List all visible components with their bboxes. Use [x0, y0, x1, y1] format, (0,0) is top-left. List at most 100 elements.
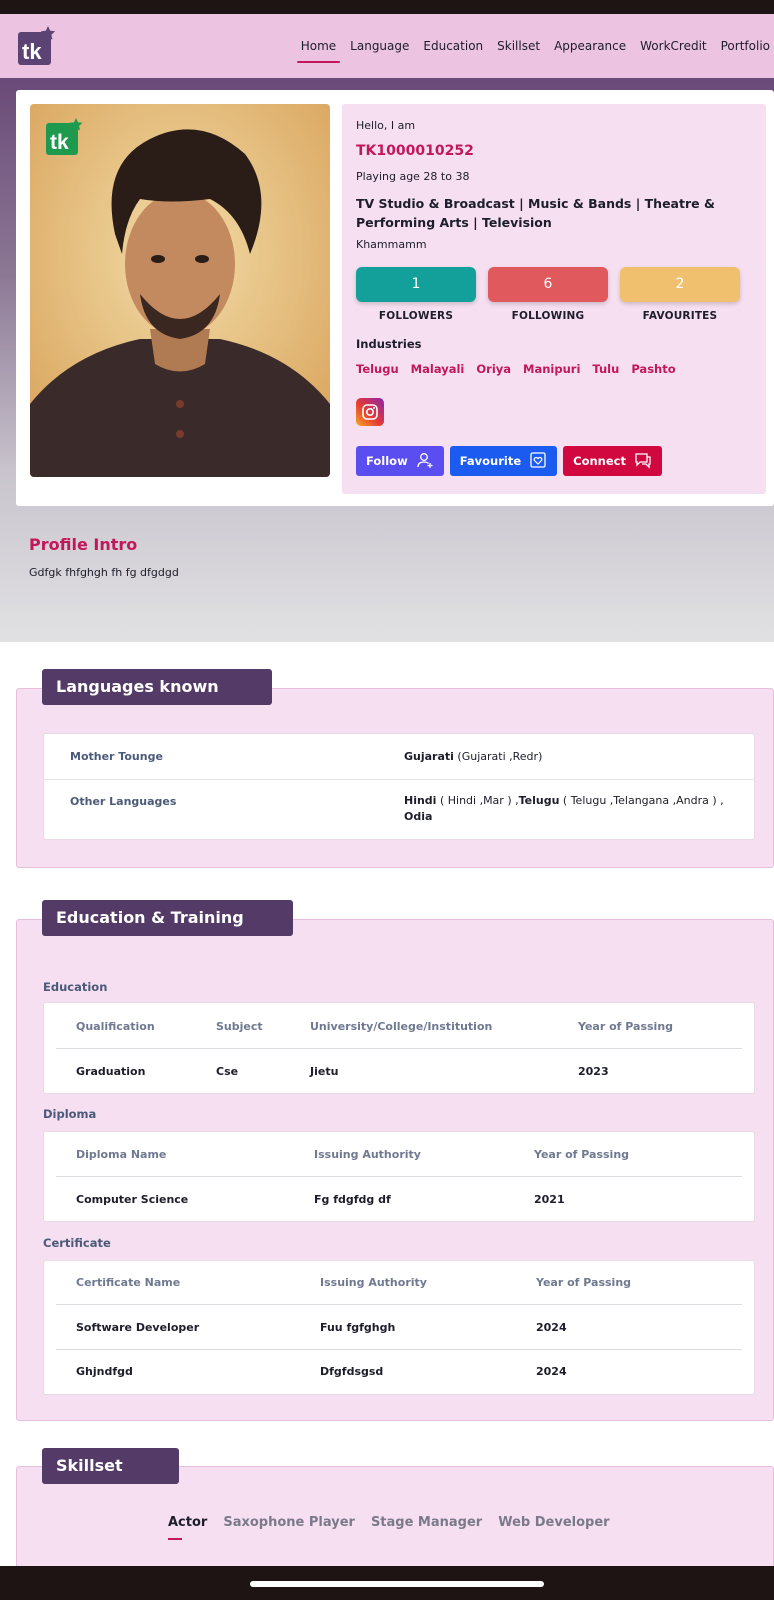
education-table-header: Qualification Subject University/College…: [56, 1005, 742, 1049]
other-language-3: Odia: [404, 810, 433, 823]
header-year: Year of Passing: [578, 1020, 674, 1033]
header-certificate-name: Certificate Name: [76, 1276, 181, 1289]
languages-heading: Languages known: [42, 669, 272, 705]
header-diploma-name: Diploma Name: [76, 1148, 167, 1161]
education-table: Qualification Subject University/College…: [43, 1002, 755, 1094]
following-count[interactable]: 6: [488, 267, 608, 302]
mother-tongue-detail: (Gujarati ,Redr): [453, 750, 543, 763]
top-nav: tk Home Language Education Skillset Appe…: [0, 14, 774, 78]
tab-stage-manager[interactable]: Stage Manager: [371, 1515, 482, 1530]
favourites-stat: 2 FAVOURITES: [620, 267, 740, 322]
cell-certificate-name: Software Developer: [76, 1321, 200, 1334]
nav-language[interactable]: Language: [350, 39, 409, 53]
nav-skillset[interactable]: Skillset: [497, 39, 540, 53]
favourite-icon: [529, 451, 547, 472]
favourite-label: Favourite: [459, 454, 522, 468]
languages-section: Mother Tounge Gujarati (Gujarati ,Redr) …: [16, 688, 774, 868]
header-year: Year of Passing: [536, 1276, 632, 1289]
other-languages-label: Other Languages: [70, 795, 177, 808]
header-issuing-authority: Issuing Authority: [320, 1276, 427, 1289]
svg-text:tk: tk: [22, 39, 42, 64]
header-year: Year of Passing: [534, 1148, 630, 1161]
cell-diploma-name: Computer Science: [76, 1193, 189, 1206]
cell-year: 2024: [536, 1365, 567, 1378]
education-section: Education Qualification Subject Universi…: [16, 919, 774, 1421]
industry-pashto[interactable]: Pashto: [631, 362, 675, 376]
chat-icon: [634, 451, 652, 472]
header-university: University/College/Institution: [310, 1020, 493, 1033]
cell-university: Jietu: [310, 1065, 339, 1078]
profile-intro-title: Profile Intro: [29, 535, 138, 554]
profile-card: tk Hello, I am TK1000010252 Playing age …: [16, 90, 774, 506]
industries-title: Industries: [356, 337, 422, 351]
mother-tongue-value: Gujarati (Gujarati ,Redr): [404, 749, 734, 765]
cell-qualification: Graduation: [76, 1065, 146, 1078]
nav-appearance[interactable]: Appearance: [554, 39, 626, 53]
other-language-1: Hindi: [404, 794, 437, 807]
education-subtitle: Education: [43, 980, 108, 994]
tab-saxophone-player[interactable]: Saxophone Player: [223, 1515, 355, 1530]
nav-links: Home Language Education Skillset Appeara…: [296, 14, 770, 78]
following-label: FOLLOWING: [511, 310, 585, 322]
profile-photo: tk: [30, 104, 330, 477]
favourites-count[interactable]: 2: [620, 267, 740, 302]
tab-web-developer[interactable]: Web Developer: [498, 1515, 609, 1530]
industries-list: Telugu Malayali Oriya Manipuri Tulu Pash…: [356, 362, 676, 376]
follow-label: Follow: [366, 454, 408, 468]
nav-portfolio[interactable]: Portfolio: [721, 39, 770, 53]
connect-label: Connect: [573, 454, 626, 468]
header-issuing-authority: Issuing Authority: [314, 1148, 421, 1161]
followers-count[interactable]: 1: [356, 267, 476, 302]
cell-year: 2023: [578, 1065, 609, 1078]
industry-manipuri[interactable]: Manipuri: [523, 362, 580, 376]
industry-tulu[interactable]: Tulu: [592, 362, 619, 376]
followers-stat: 1 FOLLOWERS: [356, 267, 476, 322]
header-qualification: Qualification: [76, 1020, 155, 1033]
industry-malayali[interactable]: Malayali: [411, 362, 465, 376]
diploma-table: Diploma Name Issuing Authority Year of P…: [43, 1131, 755, 1222]
instagram-icon[interactable]: [356, 398, 384, 426]
skillset-heading: Skillset: [42, 1448, 179, 1484]
status-bar: [0, 0, 774, 14]
table-row: Software Developer Fuu fgfghgh 2024: [56, 1306, 742, 1350]
cell-year: 2024: [536, 1321, 567, 1334]
followers-label: FOLLOWERS: [378, 310, 454, 322]
table-row: Computer Science Fg fdgfdg df 2021: [56, 1178, 742, 1222]
certificate-subtitle: Certificate: [43, 1236, 111, 1250]
nav-workcredit[interactable]: WorkCredit: [640, 39, 706, 53]
table-row: Ghjndfgd Dfgfdsgsd 2024: [56, 1350, 742, 1394]
skillset-tabs: Actor Saxophone Player Stage Manager Web…: [168, 1515, 610, 1540]
profile-info: Hello, I am TK1000010252 Playing age 28 …: [342, 104, 766, 494]
add-user-icon: [416, 451, 434, 472]
connect-button[interactable]: Connect: [563, 446, 662, 476]
industry-oriya[interactable]: Oriya: [476, 362, 511, 376]
table-row: Graduation Cse Jietu 2023: [56, 1050, 742, 1094]
diploma-subtitle: Diploma: [43, 1107, 97, 1121]
favourites-label: FAVOURITES: [642, 310, 718, 322]
other-language-2-detail: ( Telugu ,Telangana ,Andra ) ,: [559, 794, 724, 807]
header-subject: Subject: [216, 1020, 263, 1033]
mother-tongue-row: Mother Tounge Gujarati (Gujarati ,Redr): [44, 734, 754, 780]
diploma-table-header: Diploma Name Issuing Authority Year of P…: [56, 1133, 742, 1177]
cell-issuing-authority: Fg fdgfdg df: [314, 1193, 391, 1206]
nav-home[interactable]: Home: [296, 39, 341, 63]
nav-education[interactable]: Education: [423, 39, 483, 53]
other-languages-row: Other Languages Hindi ( Hindi ,Mar ) ,Te…: [44, 780, 754, 840]
favourite-button[interactable]: Favourite: [449, 446, 558, 476]
profile-city: Khammamm: [356, 238, 427, 251]
mother-tongue-main: Gujarati: [404, 750, 454, 763]
cell-subject: Cse: [216, 1065, 239, 1078]
certificate-table-header: Certificate Name Issuing Authority Year …: [56, 1261, 742, 1305]
mother-tongue-label: Mother Tounge: [70, 750, 163, 763]
photo-logo: tk: [46, 118, 84, 156]
industry-telugu[interactable]: Telugu: [356, 362, 399, 376]
cell-certificate-name: Ghjndfgd: [76, 1365, 133, 1378]
cell-year: 2021: [534, 1193, 565, 1206]
site-logo[interactable]: tk: [18, 26, 56, 66]
follow-button[interactable]: Follow: [356, 446, 444, 476]
tab-actor[interactable]: Actor: [168, 1515, 207, 1540]
other-language-2: Telugu: [518, 794, 560, 807]
cell-issuing-authority: Fuu fgfghgh: [320, 1321, 396, 1334]
home-indicator[interactable]: [250, 1581, 544, 1587]
playing-age: Playing age 28 to 38: [356, 170, 470, 183]
